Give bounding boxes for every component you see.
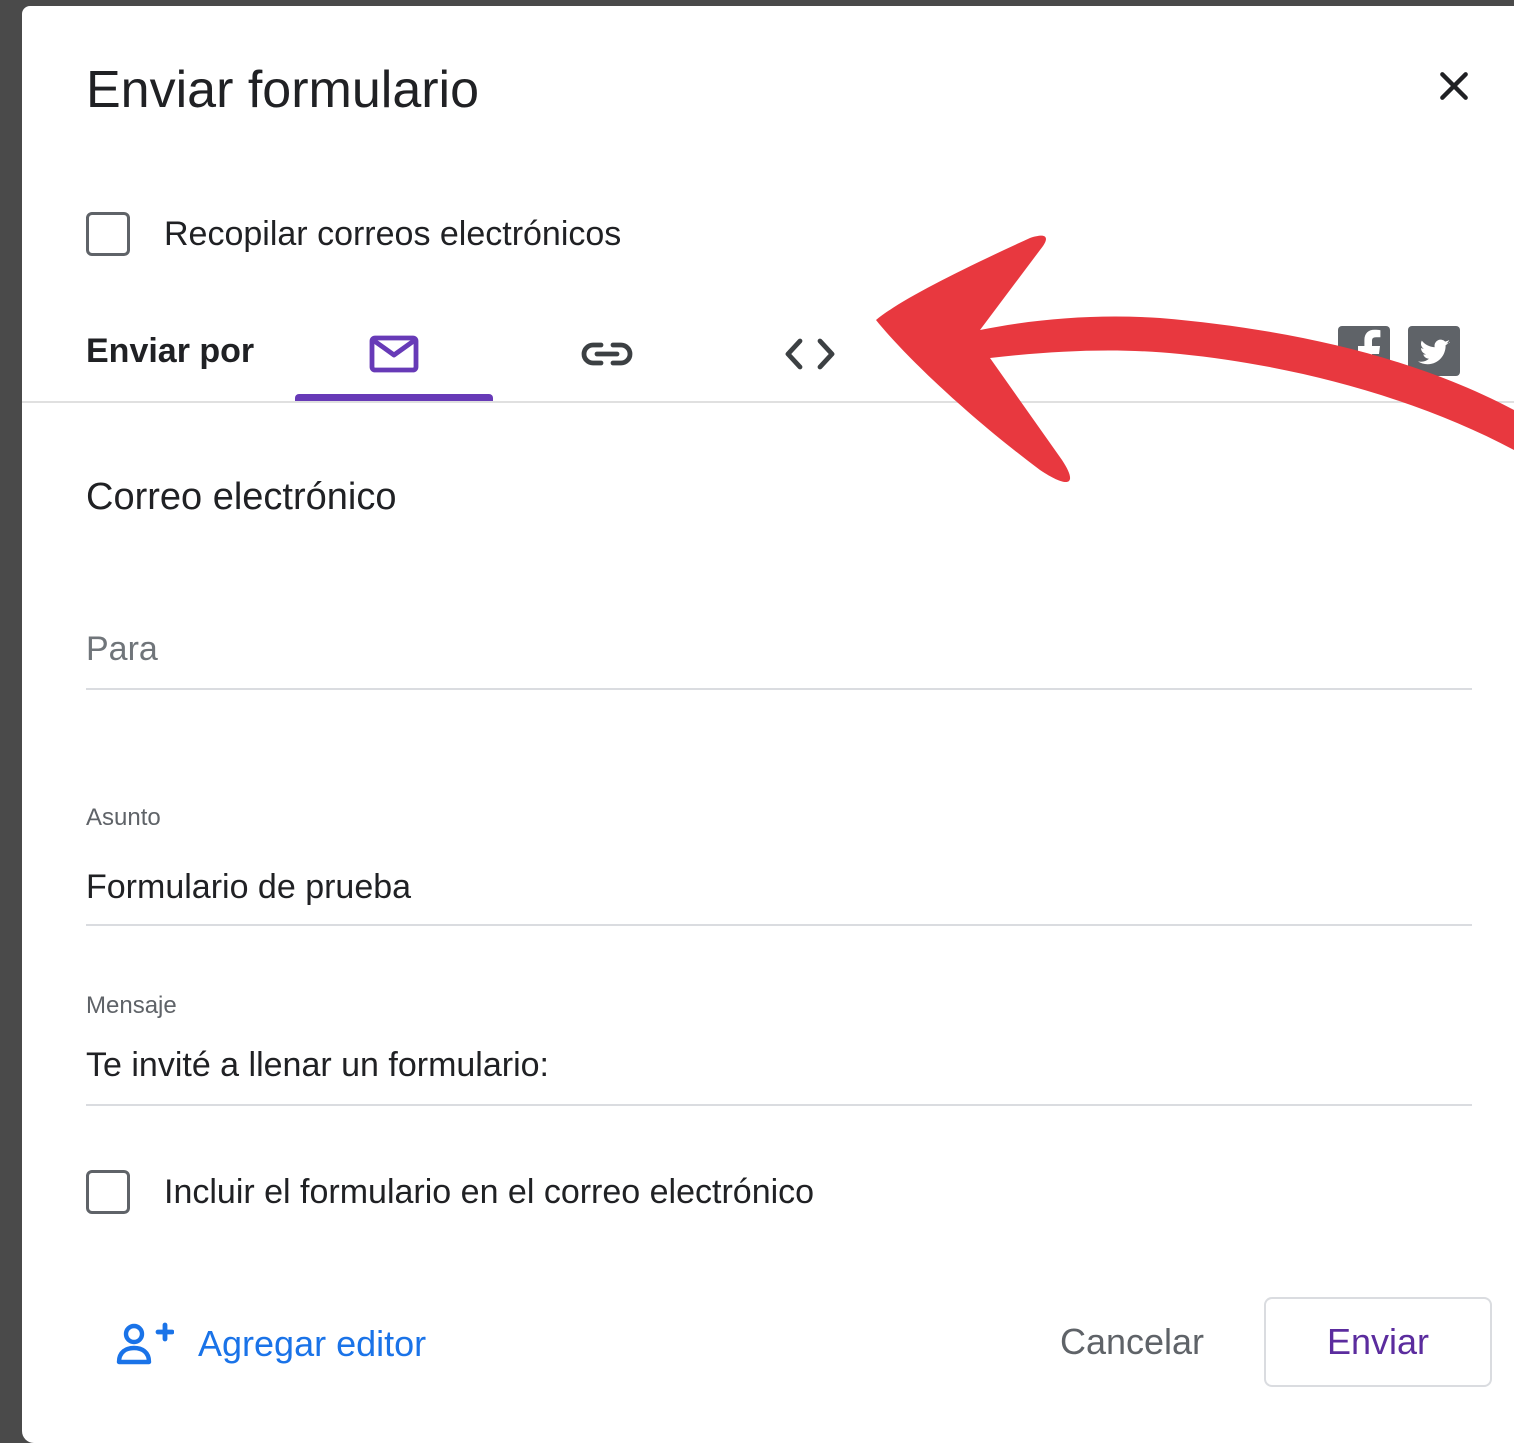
include-form-option[interactable]: Incluir el formulario en el correo elect… — [86, 1170, 814, 1214]
collect-emails-checkbox[interactable] — [86, 212, 130, 256]
include-form-label: Incluir el formulario en el correo elect… — [164, 1172, 815, 1211]
tab-email[interactable] — [295, 306, 493, 402]
message-input[interactable] — [86, 1046, 1472, 1085]
close-icon — [1440, 72, 1468, 100]
message-field[interactable] — [86, 1046, 1472, 1106]
collect-emails-option[interactable]: Recopilar correos electrónicos — [86, 212, 621, 256]
twitter-share-button[interactable] — [1408, 326, 1460, 376]
tabs-divider — [22, 401, 1514, 403]
mail-icon — [369, 335, 419, 373]
collect-emails-label: Recopilar correos electrónicos — [164, 214, 622, 253]
subject-input[interactable] — [86, 868, 1472, 907]
send-by-label: Enviar por — [86, 332, 255, 370]
facebook-share-button[interactable] — [1338, 326, 1390, 376]
to-field[interactable] — [86, 630, 1472, 690]
dialog-title: Enviar formulario — [86, 61, 480, 119]
message-label: Mensaje — [86, 992, 177, 1019]
close-button[interactable] — [1430, 62, 1478, 110]
subject-field[interactable] — [86, 868, 1472, 926]
send-form-dialog: Enviar formulario Recopilar correos elec… — [22, 6, 1514, 1443]
add-person-icon — [116, 1322, 174, 1365]
add-editor-label: Agregar editor — [198, 1323, 427, 1364]
twitter-icon — [1418, 339, 1450, 365]
to-input[interactable] — [86, 630, 1472, 669]
include-form-checkbox[interactable] — [86, 1170, 130, 1214]
subject-label: Asunto — [86, 804, 161, 831]
embed-code-icon — [785, 338, 835, 370]
tab-link[interactable] — [512, 306, 702, 402]
facebook-icon — [1358, 329, 1381, 376]
tab-embed[interactable] — [722, 306, 898, 402]
send-button[interactable]: Enviar — [1264, 1297, 1492, 1387]
email-section-title: Correo electrónico — [86, 476, 397, 518]
add-editor-button[interactable]: Agregar editor — [116, 1322, 426, 1366]
link-icon — [581, 342, 633, 366]
cancel-button[interactable]: Cancelar — [1032, 1306, 1232, 1378]
